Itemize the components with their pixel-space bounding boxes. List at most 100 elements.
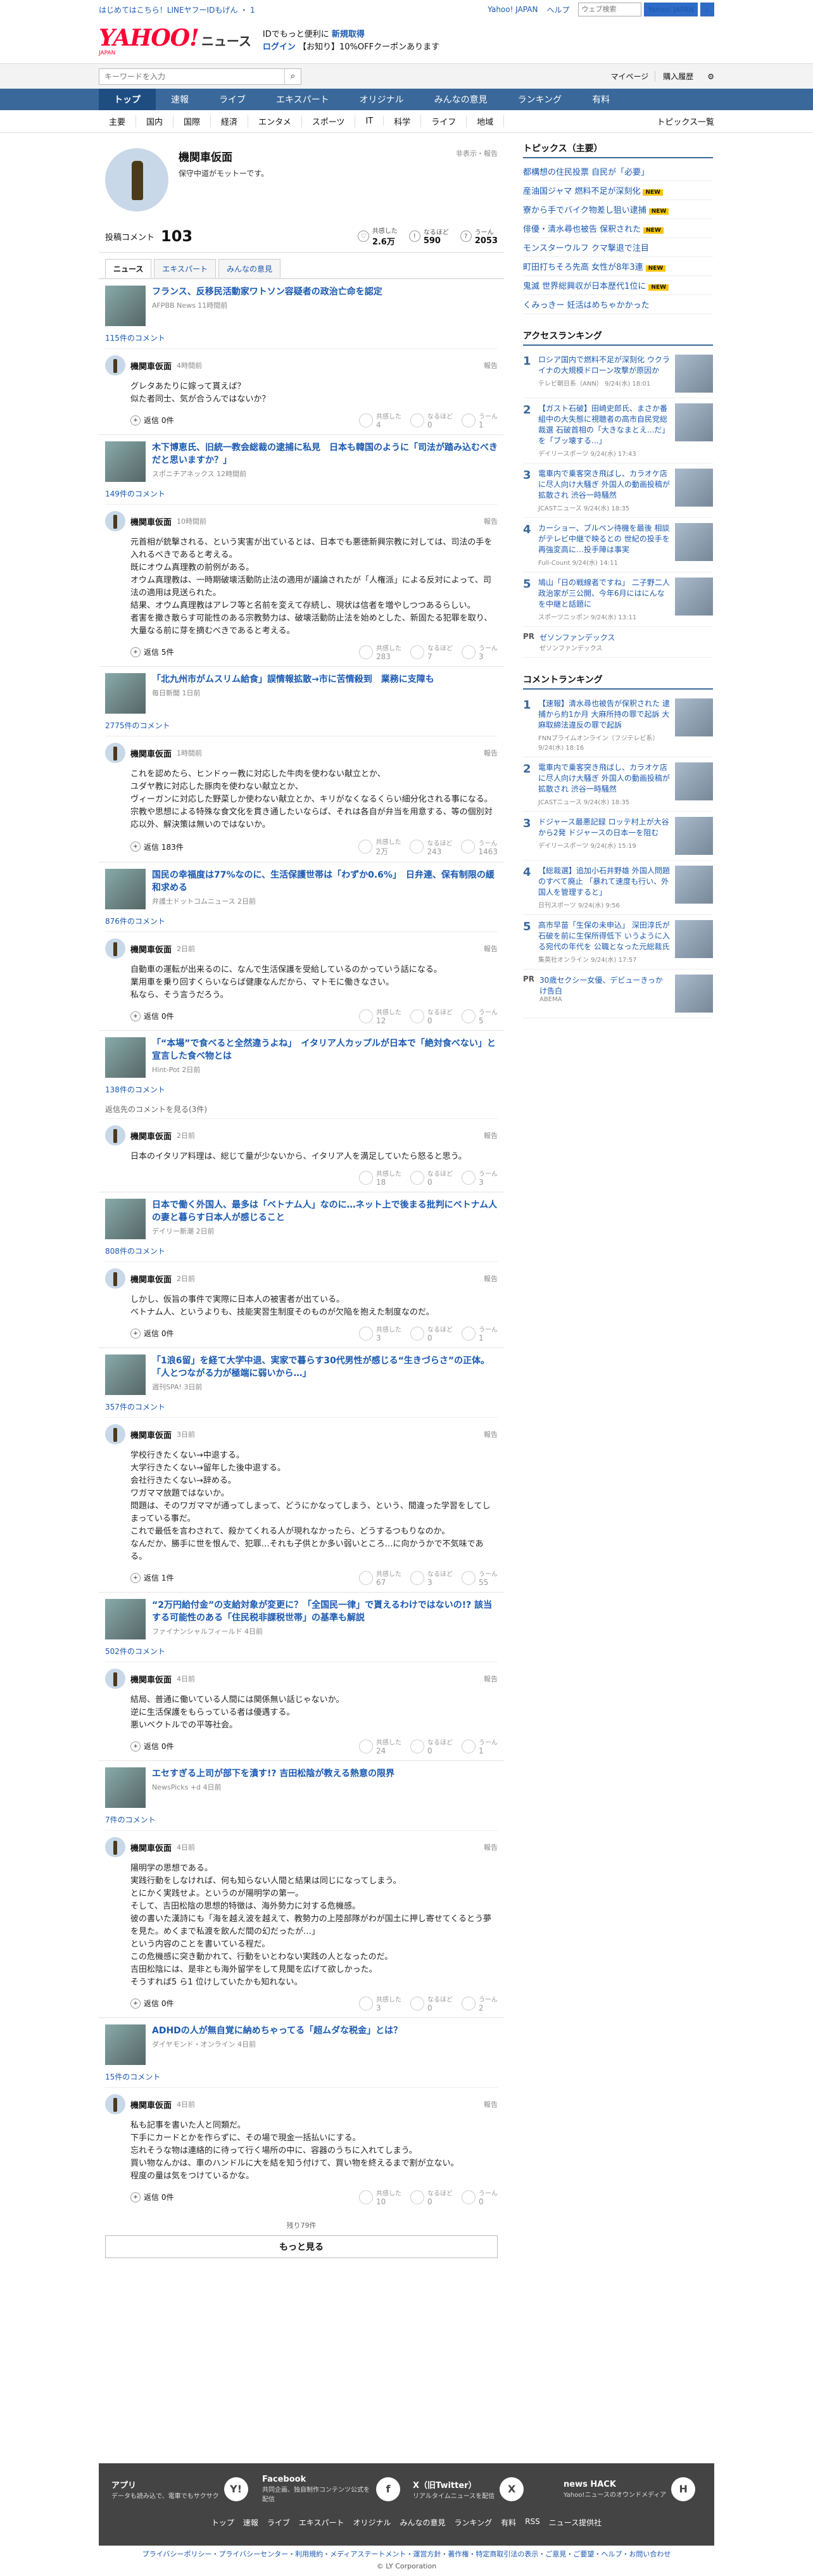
reply-toggle[interactable]: + 返信 1件 [130, 1572, 173, 1583]
rank-title[interactable]: 【ガスト石破】田崎史郎氏、まさか番組中の大失態に視聴者の高市自民党総裁選 石破首… [538, 403, 670, 446]
ranking-item[interactable]: 1 ロシア国内で燃料不足が深刻化 ウクライナの大規模ドローン攻撃が原因か テレビ朝日… [523, 350, 713, 398]
report-link[interactable]: 報告 [484, 1429, 498, 1439]
reply-toggle[interactable]: + 返信 0件 [130, 1011, 173, 1021]
ranking-item[interactable]: 2 電車内で乗客突き飛ばし、カラオケ店に尽人向け大騒ぎ 外国人の動画投稿が拡散され… [523, 757, 713, 812]
login-link[interactable]: ログイン [263, 42, 296, 52]
rank-thumbnail[interactable] [675, 523, 713, 561]
footer-link[interactable]: エキスパート [299, 2517, 344, 2528]
ranking-item[interactable]: 4 カーショー、ブルペン待機を最後 相談がテレビ中継で映るとの 世紀の投手を再強変… [523, 518, 713, 572]
article-thumbnail[interactable] [105, 286, 146, 326]
article-title[interactable]: 国民の幸福度は77%なのに、生活保護世帯は「わずか0.6%」 日弁連、保有制限の… [152, 869, 498, 894]
rank-thumbnail[interactable] [675, 817, 713, 855]
comment-count-link[interactable]: 15件のコメント [105, 2065, 498, 2087]
footer-link[interactable]: みんなの意見 [400, 2517, 446, 2528]
rank-title[interactable]: 高市早苗「生保の未申込」 深田淳氏が石破を前に生保所得低下 いうように入る宛代の… [538, 920, 670, 952]
comment-count-link[interactable]: 149件のコメント [105, 482, 498, 504]
reaction-insight[interactable]: なるほど 0 [410, 2188, 453, 2206]
article-title[interactable]: ADHDの人が無自覚に納めちゃってる「超ムダな税金」とは？ [152, 2024, 402, 2037]
topic-link[interactable]: 俳優・清水尋也被告 保釈された NEW [523, 219, 713, 238]
reaction-hmm[interactable]: うーん 1463 [461, 837, 498, 857]
ranking-item[interactable]: 3 電車内で乗客突き飛ばし、カラオケ店に尽人向け大騒ぎ 外国人の動画投稿が拡散され… [523, 464, 713, 518]
rank-thumbnail[interactable] [675, 469, 713, 507]
yahoo-news-logo[interactable]: YAHOO! JAPAN ニュース [99, 25, 251, 58]
ranking-item[interactable]: 4 【総裁選】追加小石井野雄 外国人問題のすべて廃止 「暴れて速度も行い、外国人を… [523, 861, 713, 915]
article-thumbnail[interactable] [105, 1199, 146, 1239]
comment-count-link[interactable]: 357件のコメント [105, 1395, 498, 1417]
help-link[interactable]: ヘルプ [546, 4, 569, 15]
first-time-link[interactable]: はじめてはこちら！LINEヤフーIDもげん ・ 1 [99, 4, 255, 15]
cat-science[interactable]: 科学 [384, 115, 422, 127]
reaction-hmm[interactable]: うーん 1 [462, 411, 498, 429]
footer-service-icon[interactable]: H [671, 2477, 696, 2501]
comment-count-link[interactable]: 7件のコメント [105, 1808, 498, 1830]
article-thumbnail[interactable] [105, 1767, 146, 1808]
tab-news[interactable]: ニュース [105, 259, 152, 278]
reply-toggle[interactable]: + 返信 0件 [130, 2192, 173, 2202]
gnav-expert[interactable]: エキスパート [261, 89, 344, 110]
reaction-empathy[interactable]: 共感した 3 [359, 1994, 401, 2012]
article-title[interactable]: 「“本場”で食べると全然違うよね」 イタリア人カップルが日本で「絶対食べない」と… [152, 1037, 498, 1063]
reaction-hmm[interactable]: うーん 5 [462, 1007, 498, 1025]
topic-link[interactable]: 寮から手でバイク物差し狙い逮捕 NEW [523, 200, 713, 219]
article-title[interactable]: フランス、反移民活動家ワトソン容疑者の政治亡命を認定 [152, 286, 382, 298]
reply-toggle[interactable]: + 返信 183件 [130, 842, 184, 852]
article-title[interactable]: エセすぎる上司が部下を潰す!? 吉田松陰が教える熱意の限界 [152, 1767, 394, 1780]
cat-it[interactable]: IT [355, 117, 384, 126]
reaction-insight[interactable]: なるほど 0 [410, 411, 453, 429]
reaction-insight[interactable]: なるほど 3 [410, 1569, 453, 1587]
footer-box[interactable]: アプリ データも読み込で、電車でもサクサク Y! [111, 2475, 249, 2503]
article-title[interactable]: “2万円給付金”の支給対象が変更に？「全国民一律」で貰えるわけではないの!? 該… [152, 1599, 498, 1624]
pr-title[interactable]: ゼソンファンデックス [539, 632, 615, 643]
reaction-hmm[interactable]: うーん 55 [462, 1569, 498, 1587]
tab-opinion[interactable]: みんなの意見 [218, 259, 281, 278]
report-link[interactable]: 報告 [484, 1842, 498, 1852]
article-thumbnail[interactable] [105, 441, 146, 482]
gnav-ranking[interactable]: ランキング [503, 89, 577, 110]
footer-link[interactable]: ニュース提供社 [549, 2517, 602, 2528]
reaction-insight[interactable]: なるほど 0 [410, 1737, 453, 1755]
footer-link[interactable]: 有料 [501, 2517, 516, 2528]
gear-icon[interactable]: ⚙ [707, 72, 714, 81]
rank-thumbnail[interactable] [675, 355, 713, 393]
comment-count-link[interactable]: 808件のコメント [105, 1239, 498, 1261]
topic-link[interactable]: 産油国ジャマ 燃料不足が深刻化 NEW [523, 181, 713, 200]
report-link[interactable]: 報告 [484, 944, 498, 954]
rank-title[interactable]: ロシア国内で燃料不足が深刻化 ウクライナの大規模ドローン攻撃が原因か [538, 355, 670, 376]
report-link[interactable]: 報告 [484, 360, 498, 370]
reaction-hmm[interactable]: うーん 2 [462, 1994, 498, 2012]
cat-world[interactable]: 国際 [173, 115, 211, 127]
report-link[interactable]: 報告 [484, 516, 498, 526]
reply-toggle[interactable]: + 返信 5件 [130, 647, 173, 657]
article-title[interactable]: 「北九州市がムスリム給食」誤情報拡散→市に苦情殺到 業務に支障も [152, 673, 434, 686]
footer-service-icon[interactable]: X [500, 2477, 524, 2501]
yahoo-japan-link[interactable]: Yahoo! JAPAN [488, 5, 538, 14]
topic-link[interactable]: 鬼滅 世界総興収が日本歴代1位に NEW [523, 276, 713, 295]
pr-thumbnail[interactable] [675, 975, 713, 1013]
rank-thumbnail[interactable] [675, 762, 713, 800]
article-title[interactable]: 「1浪6留」を経て大学中退、実家で暮らす30代男性が感じる“生きづらさ”の正体。… [152, 1354, 498, 1380]
article-thumbnail[interactable] [105, 869, 146, 909]
reaction-empathy[interactable]: 共感した 12 [359, 1007, 401, 1025]
reaction-insight[interactable]: なるほど 0 [410, 1007, 453, 1025]
comment-count-link[interactable]: 876件のコメント [105, 909, 498, 931]
footer-box[interactable]: news HACK Yahoo!ニュースのオウンドメディア H [564, 2475, 702, 2503]
signup-link[interactable]: 新規取得 [332, 30, 365, 39]
hide-report-link[interactable]: 非表示・報告 [456, 148, 498, 164]
ranking-item[interactable]: 3 ドジャース最悪記録 ロッテ村上が大谷から2発 ドジャースの日本一を阻む デイリー… [523, 812, 713, 861]
footer-link[interactable]: オリジナル [353, 2517, 391, 2528]
footer-link[interactable]: 速報 [243, 2517, 258, 2528]
search-icon[interactable]: ⌕ [700, 3, 714, 16]
topic-link[interactable]: 町田打ちそろ先高 女性が8年3連 NEW [523, 257, 713, 276]
reply-parent-link[interactable]: 返信先のコメントを見る(3件) [105, 1100, 498, 1118]
footer-link[interactable]: ライブ [267, 2517, 290, 2528]
reply-toggle[interactable]: + 返信 0件 [130, 415, 173, 426]
reaction-insight[interactable]: なるほど 7 [410, 643, 453, 661]
all-topics-link[interactable]: トピックス一覧 [657, 115, 714, 127]
report-link[interactable]: 報告 [484, 1130, 498, 1140]
rank-title[interactable]: 鳩山「日の戦線者ですね」 二子野二人政治家が三公開、今年6月にはにんなを中継と話… [538, 578, 670, 610]
cat-economy[interactable]: 経済 [211, 115, 249, 127]
rank-thumbnail[interactable] [675, 698, 713, 736]
reaction-empathy[interactable]: 共感した 2万 [358, 837, 401, 857]
load-more-button[interactable]: もっと見る [105, 2235, 498, 2258]
tab-expert[interactable]: エキスパート [154, 259, 217, 278]
